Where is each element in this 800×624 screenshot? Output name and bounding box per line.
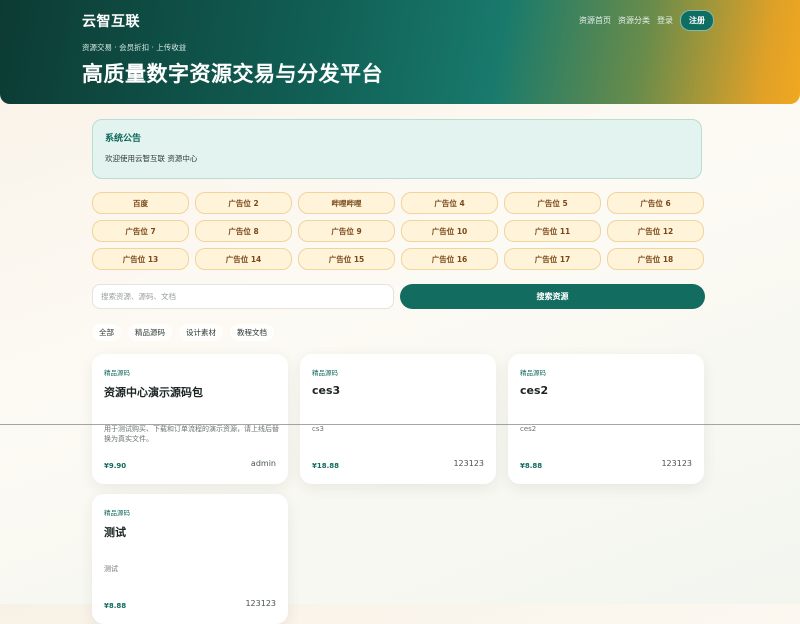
category-chip-docs[interactable]: 教程文档 <box>230 324 274 341</box>
category-chip-all[interactable]: 全部 <box>92 324 121 341</box>
category-chip-design[interactable]: 设计素材 <box>179 324 223 341</box>
resource-card[interactable]: 精品源码 ces3 cs3 ¥18.88 123123 <box>300 354 496 484</box>
hero-title: 高质量数字资源交易与分发平台 <box>82 58 383 88</box>
ad-slot[interactable]: 广告位 14 <box>195 248 292 270</box>
card-price: ¥8.88 <box>520 462 542 470</box>
category-filter: 全部 精品源码 设计素材 教程文档 <box>92 324 274 341</box>
card-author: admin <box>251 459 276 468</box>
search-input[interactable]: 搜索资源、源码、文档 <box>92 284 394 309</box>
ad-slot[interactable]: 广告位 5 <box>504 192 601 214</box>
card-author: 123123 <box>661 459 692 468</box>
card-description: 测试 <box>104 564 279 574</box>
system-notice: 系统公告 欢迎使用云智互联 资源中心 <box>92 119 702 179</box>
brand-logo[interactable]: 云智互联 <box>82 11 140 31</box>
card-description: 用于测试购买、下载和订单流程的演示资源，请上线后替换为真实文件。 <box>104 424 279 444</box>
card-title[interactable]: ces2 <box>520 384 548 397</box>
search-button[interactable]: 搜索资源 <box>400 284 705 309</box>
nav-login-link[interactable]: 登录 <box>657 15 673 26</box>
ad-slot[interactable]: 广告位 9 <box>298 220 395 242</box>
ad-slot[interactable]: 广告位 17 <box>504 248 601 270</box>
card-title[interactable]: 资源中心演示源码包 <box>104 384 203 400</box>
card-price: ¥18.88 <box>312 462 339 470</box>
overlay-divider-line <box>0 424 800 425</box>
ad-slot[interactable]: 百度 <box>92 192 189 214</box>
ad-slot[interactable]: 广告位 12 <box>607 220 704 242</box>
card-title[interactable]: 测试 <box>104 524 126 540</box>
card-author: 123123 <box>453 459 484 468</box>
ad-slot[interactable]: 广告位 13 <box>92 248 189 270</box>
notice-title: 系统公告 <box>105 131 141 144</box>
category-chip-source[interactable]: 精品源码 <box>128 324 172 341</box>
ad-slot[interactable]: 广告位 2 <box>195 192 292 214</box>
register-button[interactable]: 注册 <box>680 10 714 31</box>
ad-slot[interactable]: 哔哩哔哩 <box>298 192 395 214</box>
ad-slot[interactable]: 广告位 15 <box>298 248 395 270</box>
ad-slot[interactable]: 广告位 10 <box>401 220 498 242</box>
card-description: cs3 <box>312 424 487 434</box>
ad-slot[interactable]: 广告位 18 <box>607 248 704 270</box>
search-placeholder: 搜索资源、源码、文档 <box>101 291 176 302</box>
ad-slot[interactable]: 广告位 16 <box>401 248 498 270</box>
ad-slot[interactable]: 广告位 4 <box>401 192 498 214</box>
card-category: 精品源码 <box>104 507 130 517</box>
ad-slot[interactable]: 广告位 8 <box>195 220 292 242</box>
resource-card[interactable]: 精品源码 ces2 ces2 ¥8.88 123123 <box>508 354 704 484</box>
nav-categories-link[interactable]: 资源分类 <box>618 15 650 26</box>
nav-home-link[interactable]: 资源首页 <box>579 15 611 26</box>
ad-slot[interactable]: 广告位 6 <box>607 192 704 214</box>
hero-header: 云智互联 资源首页 资源分类 登录 注册 资源交易 · 会员折扣 · 上传收益 … <box>0 0 800 104</box>
card-price: ¥9.90 <box>104 462 126 470</box>
resource-card[interactable]: 精品源码 资源中心演示源码包 用于测试购买、下载和订单流程的演示资源，请上线后替… <box>92 354 288 484</box>
card-title[interactable]: ces3 <box>312 384 340 397</box>
card-category: 精品源码 <box>104 367 130 377</box>
card-category: 精品源码 <box>520 367 546 377</box>
notice-text: 欢迎使用云智互联 资源中心 <box>105 153 197 164</box>
resource-card[interactable]: 精品源码 测试 测试 ¥8.88 123123 <box>92 494 288 624</box>
ad-slot[interactable]: 广告位 11 <box>504 220 601 242</box>
ad-slot-grid: 百度 广告位 2 哔哩哔哩 广告位 4 广告位 5 广告位 6 广告位 7 广告… <box>92 192 705 270</box>
ad-slot[interactable]: 广告位 7 <box>92 220 189 242</box>
card-category: 精品源码 <box>312 367 338 377</box>
card-description: ces2 <box>520 424 695 434</box>
card-price: ¥8.88 <box>104 602 126 610</box>
top-nav: 资源首页 资源分类 登录 注册 <box>579 10 714 31</box>
hero-tagline: 资源交易 · 会员折扣 · 上传收益 <box>82 42 186 53</box>
